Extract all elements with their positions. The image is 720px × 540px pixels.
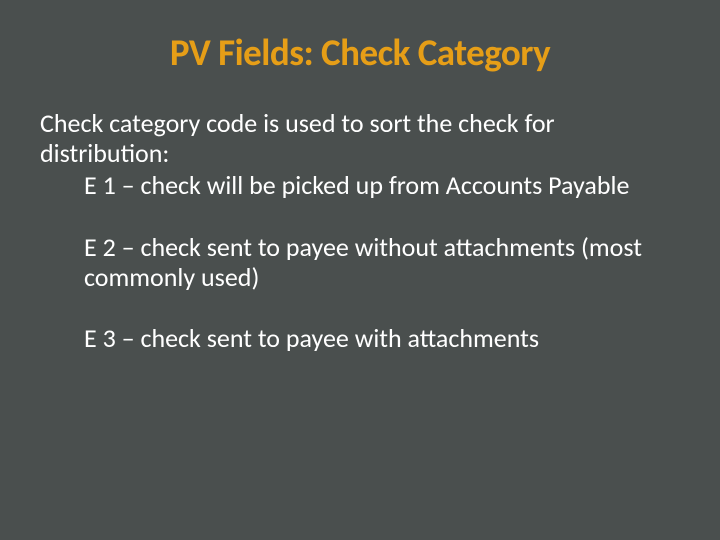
list-item: E 2 – check sent to payee without attach… (84, 233, 680, 293)
slide-title: PV Fields: Check Category (40, 30, 680, 75)
slide: PV Fields: Check Category Check category… (0, 0, 720, 540)
list-item: E 3 – check sent to payee with attachmen… (84, 324, 680, 354)
intro-text: Check category code is used to sort the … (40, 109, 680, 169)
item-list: E 1 – check will be picked up from Accou… (84, 171, 680, 355)
list-item: E 1 – check will be picked up from Accou… (84, 171, 680, 201)
